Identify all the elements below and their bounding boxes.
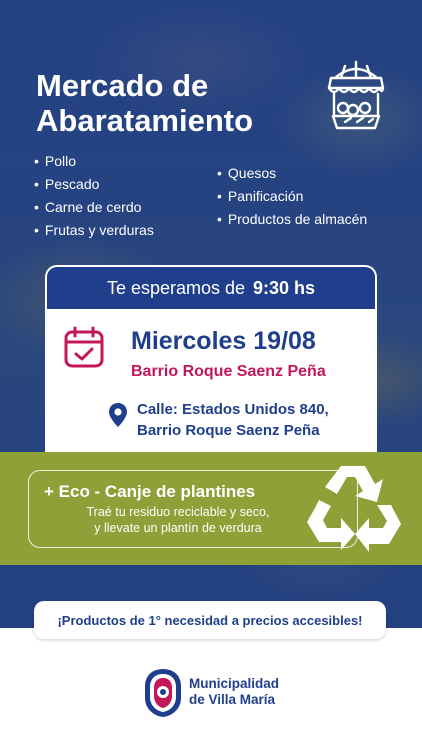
eco-title: + Eco - Canje de plantines: [44, 482, 256, 501]
address-line-2: Barrio Roque Saenz Peña: [137, 422, 320, 439]
slogan-banner: ¡Productos de 1° necesidad a precios acc…: [34, 601, 386, 639]
calendar-check-icon: [64, 326, 104, 368]
product-list-right: Quesos Panificación Productos de almacén: [217, 162, 367, 231]
list-item: Quesos: [217, 162, 367, 185]
list-item: Pescado: [34, 173, 154, 196]
map-pin-icon: [109, 403, 127, 427]
eco-desc-line-1: Traé tu residuo reciclable y seco,: [86, 505, 270, 519]
event-address: Calle: Estados Unidos 840, Barrio Roque …: [137, 399, 329, 441]
schedule-prefix: Te esperamos de: [106, 277, 246, 298]
list-item: Productos de almacén: [217, 208, 367, 231]
event-card: Miercoles 19/08 Barrio Roque Saenz Peña …: [45, 309, 377, 459]
municipality-name-line-1: Municipalidad: [189, 676, 280, 691]
list-item: Carne de cerdo: [34, 196, 154, 219]
municipality-seal-icon: [145, 669, 181, 717]
address-line-1: Calle: Estados Unidos 840,: [137, 401, 329, 418]
recycle-icon: [307, 466, 401, 552]
schedule-time: 9:30 hs: [253, 277, 316, 298]
list-item: Frutas y verduras: [34, 219, 154, 242]
title-line-1: Mercado de: [36, 68, 209, 103]
list-item: Pollo: [34, 150, 154, 173]
product-list-left: Pollo Pescado Carne de cerdo Frutas y ve…: [34, 150, 154, 242]
municipality-name-line-2: de Villa María: [189, 692, 276, 707]
page-title: Mercado de Abaratamiento: [36, 68, 336, 138]
schedule-bar: Te esperamos de 9:30 hs: [45, 265, 377, 309]
municipality-name: Municipalidad de Villa María: [189, 676, 279, 708]
market-stall-icon: [327, 60, 385, 130]
event-date: Miercoles 19/08: [131, 327, 316, 355]
title-line-2: Abaratamiento: [36, 103, 254, 138]
eco-description: Traé tu residuo reciclable y seco, y lle…: [54, 504, 302, 536]
list-item: Panificación: [217, 185, 367, 208]
eco-desc-line-2: y llevate un plantín de verdura: [94, 521, 262, 535]
event-neighborhood: Barrio Roque Saenz Peña: [131, 363, 326, 380]
